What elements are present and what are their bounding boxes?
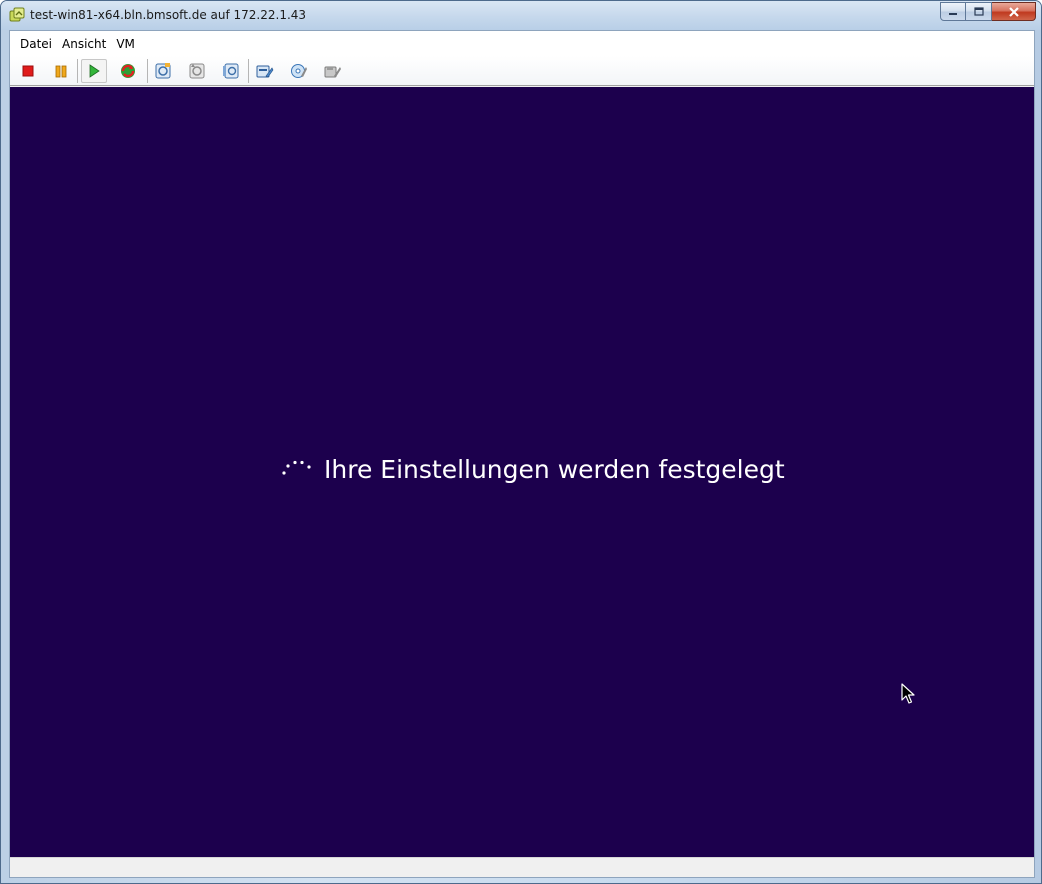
window-title: test-win81-x64.bln.bmsoft.de auf 172.22.… xyxy=(30,8,307,22)
vm-console-window: test-win81-x64.bln.bmsoft.de auf 172.22.… xyxy=(0,0,1042,884)
suspend-button[interactable] xyxy=(48,59,74,83)
connect-cd-icon xyxy=(291,64,307,78)
client-area: Datei Ansicht VM Ihre Einstellungen werd… xyxy=(9,30,1035,878)
power-on-button[interactable] xyxy=(81,59,107,83)
status-bar xyxy=(10,857,1034,877)
title-bar[interactable]: test-win81-x64.bln.bmsoft.de auf 172.22.… xyxy=(1,1,1041,30)
close-icon xyxy=(1008,6,1019,17)
snapshot-take-button[interactable] xyxy=(150,59,176,83)
snapshot-revert-icon xyxy=(189,63,205,79)
connect-cd-button[interactable] xyxy=(286,59,312,83)
menu-ansicht[interactable]: Ansicht xyxy=(57,34,111,54)
reset-button[interactable] xyxy=(115,59,141,83)
status-message: Ihre Einstellungen werden festgelegt xyxy=(324,455,785,484)
power-off-icon xyxy=(22,65,34,77)
vsphere-app-icon xyxy=(9,7,25,23)
snapshot-take-icon xyxy=(155,63,171,79)
maximize-button[interactable] xyxy=(966,2,992,21)
menu-datei[interactable]: Datei xyxy=(15,34,57,54)
close-button[interactable] xyxy=(992,2,1036,21)
menu-bar: Datei Ansicht VM xyxy=(10,31,1034,56)
minimize-icon xyxy=(949,12,957,15)
snapshot-manager-icon xyxy=(223,63,239,79)
menu-vm[interactable]: VM xyxy=(111,34,140,54)
connect-floppy-icon xyxy=(324,66,341,78)
snapshot-manager-button[interactable] xyxy=(218,59,244,83)
mouse-pointer-icon xyxy=(901,683,915,704)
minimize-button[interactable] xyxy=(940,2,966,21)
toolbar xyxy=(10,56,1034,86)
edit-settings-button[interactable] xyxy=(252,59,278,83)
caption-buttons xyxy=(940,2,1036,21)
power-off-button[interactable] xyxy=(15,59,41,83)
connect-floppy-button[interactable] xyxy=(320,59,346,83)
power-on-icon xyxy=(89,64,100,78)
maximize-icon xyxy=(973,7,984,16)
reset-icon xyxy=(121,64,135,78)
loading-spinner-icon xyxy=(282,460,311,475)
edit-settings-icon xyxy=(256,65,274,78)
snapshot-revert-button[interactable] xyxy=(184,59,210,83)
vm-console-screen[interactable]: Ihre Einstellungen werden festgelegt xyxy=(10,87,1034,857)
suspend-icon xyxy=(55,65,67,77)
setup-status: Ihre Einstellungen werden festgelegt xyxy=(280,455,785,484)
